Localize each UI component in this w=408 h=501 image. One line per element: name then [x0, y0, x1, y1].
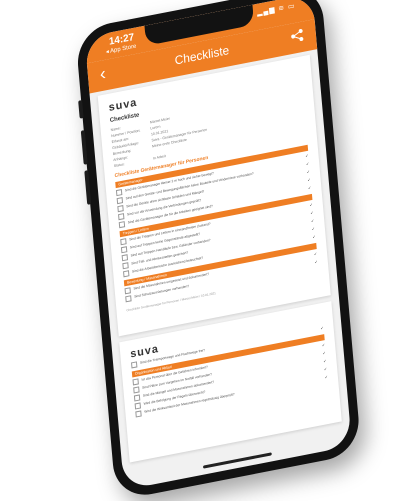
check-mark-icon: ✓	[320, 325, 324, 331]
checkbox[interactable]	[121, 254, 129, 262]
check-mark-icon: ✓	[306, 168, 311, 175]
check-mark-icon: ✓	[322, 350, 327, 356]
check-mark-icon: ✓	[322, 358, 327, 364]
checkbox[interactable]	[131, 361, 138, 369]
checkbox[interactable]	[134, 402, 142, 410]
check-mark-icon: ✓	[311, 225, 316, 232]
phone-frame: 14:27 ◂ App Store ▂▄▆ ≋ ▭ ‹ Checkliste s…	[74, 0, 362, 501]
mute-switch	[78, 99, 84, 119]
home-indicator[interactable]	[202, 452, 272, 469]
check-mark-icon: ✓	[314, 258, 319, 265]
checkbox[interactable]	[117, 205, 124, 213]
checkbox[interactable]	[116, 197, 124, 205]
checkbox[interactable]	[122, 262, 129, 270]
check-mark-icon: ✓	[305, 160, 310, 167]
check-mark-icon: ✓	[313, 250, 318, 257]
document-page-1[interactable]: suva Checkliste Name: Marcel Meier Nummer…	[97, 54, 331, 337]
checkbox[interactable]	[133, 394, 141, 402]
check-mark-icon: ✓	[309, 201, 314, 208]
checkbox[interactable]	[120, 246, 128, 254]
check-mark-icon: ✓	[305, 152, 309, 159]
check-mark-icon: ✓	[307, 184, 312, 191]
volume-up-button	[80, 130, 88, 165]
check-mark-icon: ✓	[310, 217, 315, 224]
checkbox[interactable]	[124, 287, 131, 295]
check-mark-icon: ✓	[321, 342, 326, 348]
share-icon[interactable]	[290, 27, 305, 44]
checkbox[interactable]	[133, 386, 140, 394]
check-mark-icon: ✓	[312, 233, 316, 240]
check-mark-icon: ✓	[323, 366, 328, 372]
check-mark-icon: ✓	[324, 374, 329, 380]
status-icons: ▂▄▆ ≋ ▭	[256, 2, 296, 17]
checkbox[interactable]	[132, 378, 139, 386]
checkbox[interactable]	[118, 213, 125, 221]
phone-screen: 14:27 ◂ App Store ▂▄▆ ≋ ▭ ‹ Checkliste s…	[84, 0, 352, 491]
phone-mockup: 14:27 ◂ App Store ▂▄▆ ≋ ▭ ‹ Checkliste s…	[0, 0, 408, 501]
checkbox[interactable]	[125, 295, 132, 303]
volume-down-button	[84, 170, 92, 205]
checkbox[interactable]	[118, 221, 126, 229]
check-mark-icon: ✓	[310, 209, 314, 216]
checkbox[interactable]	[135, 410, 142, 418]
checkbox[interactable]	[123, 270, 130, 278]
checkbox[interactable]	[120, 238, 127, 246]
meta-value: In Arbeit	[152, 154, 166, 161]
checkbox[interactable]	[115, 189, 123, 197]
check-mark-icon: ✓	[307, 176, 311, 183]
